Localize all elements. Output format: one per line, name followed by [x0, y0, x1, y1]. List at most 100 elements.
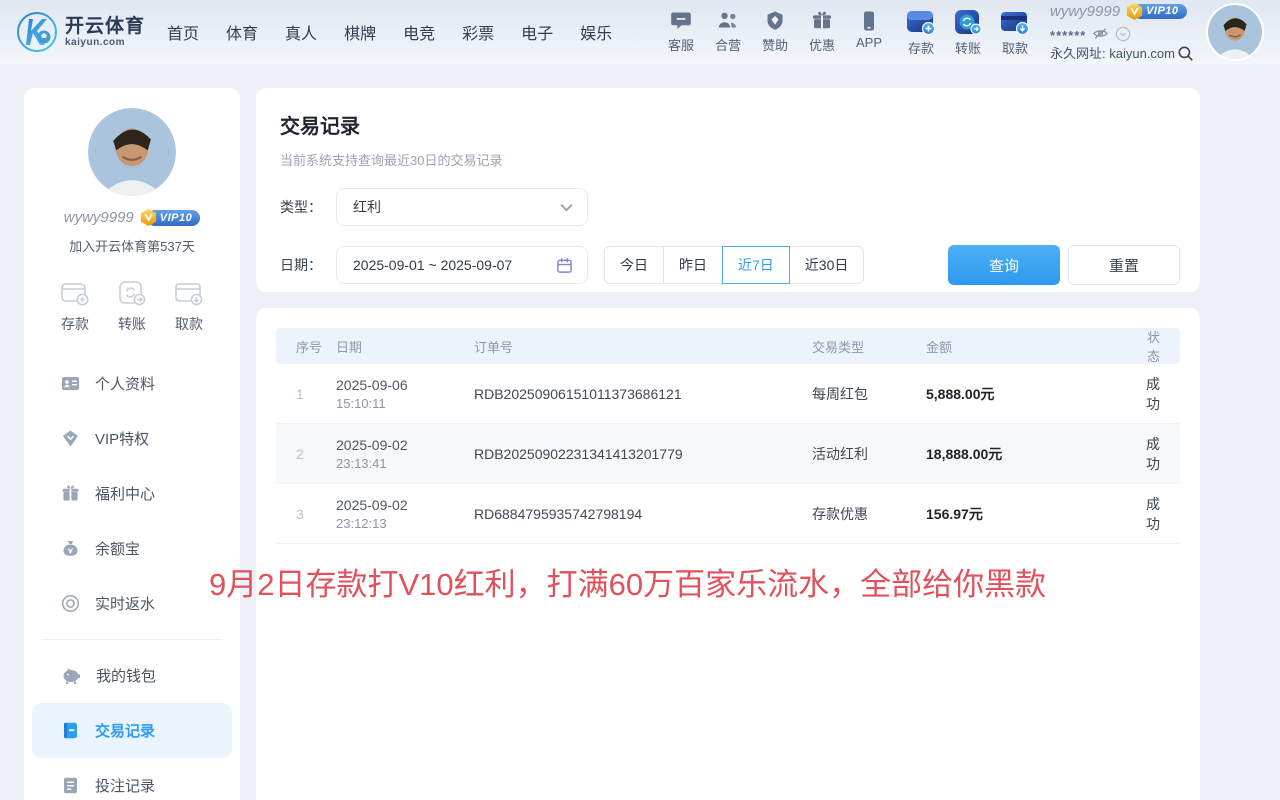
type-select[interactable]: 红利: [336, 188, 588, 226]
range-30days-button[interactable]: 近30日: [789, 246, 865, 284]
nav-link-chess[interactable]: 棋牌: [344, 20, 376, 44]
query-button[interactable]: 查询: [948, 245, 1060, 285]
sidebar-item-yuebao[interactable]: 余额宝: [24, 521, 240, 576]
partnership-button[interactable]: 合营: [715, 10, 741, 54]
nav-link-lottery[interactable]: 彩票: [462, 20, 494, 44]
user-avatar[interactable]: [1208, 5, 1262, 59]
withdraw-card-icon: [1000, 8, 1030, 36]
nav-link-entertainment[interactable]: 娱乐: [580, 20, 612, 44]
customer-service-label: 客服: [668, 35, 694, 54]
sponsor-label: 赞助: [762, 35, 788, 54]
navbar-user-info: wywy9999 VIP10 ****** 永久网址: kaiyun.com: [1050, 2, 1194, 62]
sidebar-transfer-button[interactable]: 转账: [117, 279, 147, 334]
promotions-label: 优惠: [809, 35, 835, 54]
brand-name: 开云体育: [65, 17, 145, 36]
nav-link-home[interactable]: 首页: [167, 20, 199, 44]
sidebar-item-rebate[interactable]: 实时返水: [24, 576, 240, 631]
sidebar-divider: [42, 639, 222, 640]
sidebar-item-bets[interactable]: 投注记录: [24, 758, 240, 800]
table-header: 序号 日期 订单号 交易类型 金额 状态: [276, 328, 1180, 364]
row-transaction-type: 存款优惠: [812, 504, 926, 524]
withdraw-label: 取款: [1002, 38, 1028, 57]
row-status: 成功: [1140, 434, 1180, 474]
row-order-number: RDB20250902231341413201779: [474, 446, 812, 462]
row-time: 23:13:41: [336, 457, 474, 470]
promotions-button[interactable]: 优惠: [809, 10, 835, 54]
table-row: 2 2025-09-02 23:13:41 RDB202509022313414…: [276, 424, 1180, 484]
nav-link-sports[interactable]: 体育: [226, 20, 258, 44]
filters-card: 交易记录 当前系统支持查询最近30日的交易记录 类型： 红利 日期： 2025-…: [256, 88, 1200, 292]
quick-range-group: 今日 昨日 近7日 近30日: [604, 246, 864, 284]
diamond-badge-icon: [764, 10, 786, 32]
money-pouch-icon: [61, 539, 80, 558]
reset-button[interactable]: 重置: [1068, 245, 1180, 285]
row-time: 23:12:13: [336, 517, 474, 530]
app-label: APP: [856, 35, 882, 50]
col-order: 订单号: [474, 337, 812, 356]
range-today-button[interactable]: 今日: [604, 246, 664, 284]
deposit-label: 存款: [908, 38, 934, 57]
main-content: 交易记录 当前系统支持查询最近30日的交易记录 类型： 红利 日期： 2025-…: [256, 88, 1200, 800]
nav-link-slots[interactable]: 电子: [521, 20, 553, 44]
sidebar-menu: 个人资料 VIP特权 福利中心 余额宝: [24, 356, 240, 800]
sidebar-item-label: VIP特权: [95, 428, 149, 449]
permanent-url-label: 永久网址: kaiyun.com: [1050, 47, 1175, 60]
balance-mask: ******: [1050, 25, 1086, 42]
sidebar-quick-actions: 存款 转账 取款: [24, 279, 240, 334]
page-title: 交易记录: [280, 110, 1180, 139]
profile-username: wywy9999: [64, 209, 134, 226]
app-download-button[interactable]: APP: [856, 10, 882, 54]
table-row: 3 2025-09-02 23:12:13 RD6884795935742798…: [276, 484, 1180, 544]
deposit-wallet-icon: [906, 8, 936, 36]
nav-link-esports[interactable]: 电竞: [403, 20, 435, 44]
range-yesterday-button[interactable]: 昨日: [663, 246, 723, 284]
ledger-icon: [61, 721, 80, 740]
nav-link-live[interactable]: 真人: [285, 20, 317, 44]
navbar-wallet-actions: 存款 转账 取款: [906, 8, 1030, 57]
partnership-label: 合营: [715, 35, 741, 54]
row-amount: 156.97元: [926, 504, 1140, 524]
sidebar-item-label: 投注记录: [95, 775, 155, 796]
brand-logo[interactable]: 开云体育 kaiyun.com: [16, 11, 145, 53]
range-7days-button[interactable]: 近7日: [722, 246, 790, 284]
rebate-circle-icon: [61, 594, 80, 613]
card-outline-icon: [174, 279, 204, 307]
profile-block: wywy9999 VIP10 加入开云体育第537天: [24, 108, 240, 255]
transfer-label: 转账: [955, 38, 981, 57]
vip-badge: VIP10: [1125, 2, 1186, 21]
sponsor-button[interactable]: 赞助: [762, 10, 788, 54]
page-subtitle: 当前系统支持查询最近30日的交易记录: [280, 150, 1180, 169]
sidebar-item-vip[interactable]: VIP特权: [24, 411, 240, 466]
table-row: 1 2025-09-06 15:10:11 RDB202509061510113…: [276, 364, 1180, 424]
row-transaction-type: 每周红包: [812, 384, 926, 404]
page-body: wywy9999 VIP10 加入开云体育第537天 存款 转账: [24, 88, 1200, 800]
deposit-button[interactable]: 存款: [906, 8, 936, 57]
sidebar-deposit-button[interactable]: 存款: [60, 279, 90, 334]
sidebar-item-label: 余额宝: [95, 538, 140, 559]
transfer-outline-icon: [117, 279, 147, 307]
sidebar-item-label: 交易记录: [95, 720, 155, 741]
sidebar-withdraw-button[interactable]: 取款: [174, 279, 204, 334]
sidebar-item-wallet[interactable]: 我的钱包: [24, 648, 240, 703]
date-range-input[interactable]: 2025-09-01 ~ 2025-09-07: [336, 246, 588, 284]
chevron-circle-icon[interactable]: [1115, 26, 1131, 42]
eye-off-icon[interactable]: [1092, 25, 1109, 42]
wallet-outline-icon: [60, 279, 90, 307]
people-icon: [717, 10, 739, 32]
sidebar-item-welfare[interactable]: 福利中心: [24, 466, 240, 521]
username: wywy9999: [1050, 4, 1120, 19]
withdraw-button[interactable]: 取款: [1000, 8, 1030, 57]
sidebar-item-label: 个人资料: [95, 373, 155, 394]
customer-service-button[interactable]: 客服: [668, 10, 694, 54]
sidebar-item-transactions[interactable]: 交易记录: [32, 703, 232, 758]
row-date: 2025-09-02: [336, 498, 474, 512]
row-order-number: RD6884795935742798194: [474, 506, 812, 522]
sidebar-deposit-label: 存款: [61, 314, 89, 334]
transfer-button[interactable]: 转账: [953, 8, 983, 57]
search-icon[interactable]: [1177, 45, 1194, 62]
sidebar-item-profile[interactable]: 个人资料: [24, 356, 240, 411]
chevron-down-icon: [560, 203, 573, 212]
profile-sidebar: wywy9999 VIP10 加入开云体育第537天 存款 转账: [24, 88, 240, 800]
row-status: 成功: [1140, 494, 1180, 534]
col-index: 序号: [276, 337, 336, 356]
